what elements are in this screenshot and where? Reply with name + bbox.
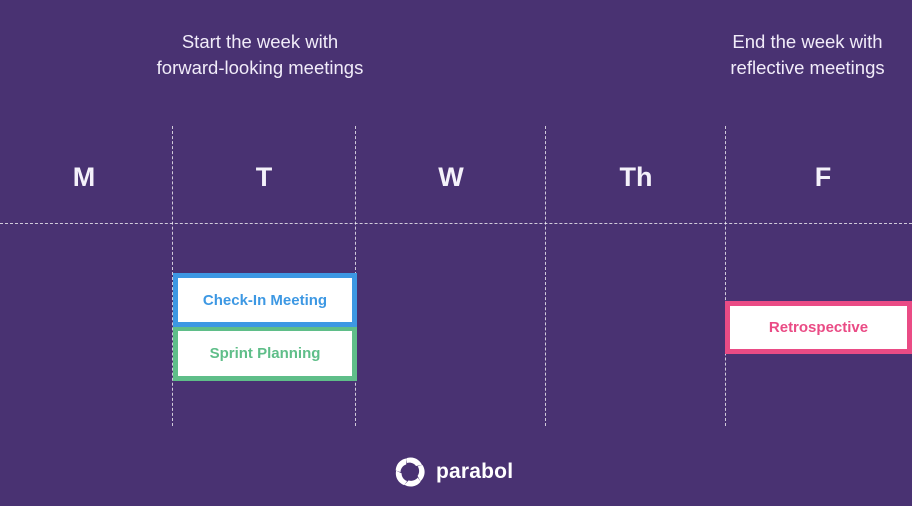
meeting-check-in-label: Check-In Meeting [202,291,328,309]
day-label-tuesday: T [255,162,273,192]
meeting-check-in[interactable]: Check-In Meeting [173,273,357,327]
caption-end-line-2: reflective meetings [730,57,885,78]
caption-start-line-2: forward-looking meetings [156,57,364,78]
day-label-friday: F [814,162,832,192]
caption-end-line-1: End the week with [732,31,883,52]
header-divider [0,223,912,224]
day-divider-th-f [725,126,726,426]
brand: parabol [393,455,513,489]
caption-start-line-1: Start the week with [181,31,339,52]
brand-name: parabol [436,460,514,483]
caption-end-week: End the week with reflective meetings [705,29,910,81]
meeting-sprint-planning-label: Sprint Planning [209,345,321,362]
parabol-logo-icon [393,455,427,489]
meeting-sprint-planning[interactable]: Sprint Planning [173,327,357,381]
day-label-monday: M [72,162,96,192]
caption-start-week: Start the week with forward-looking meet… [130,29,390,81]
day-label-thursday: Th [619,162,653,192]
meeting-retrospective[interactable]: Retrospective [725,301,912,354]
meeting-retrospective-label: Retrospective [768,319,869,336]
day-divider-w-th [545,126,546,426]
day-label-wednesday: W [438,162,464,192]
